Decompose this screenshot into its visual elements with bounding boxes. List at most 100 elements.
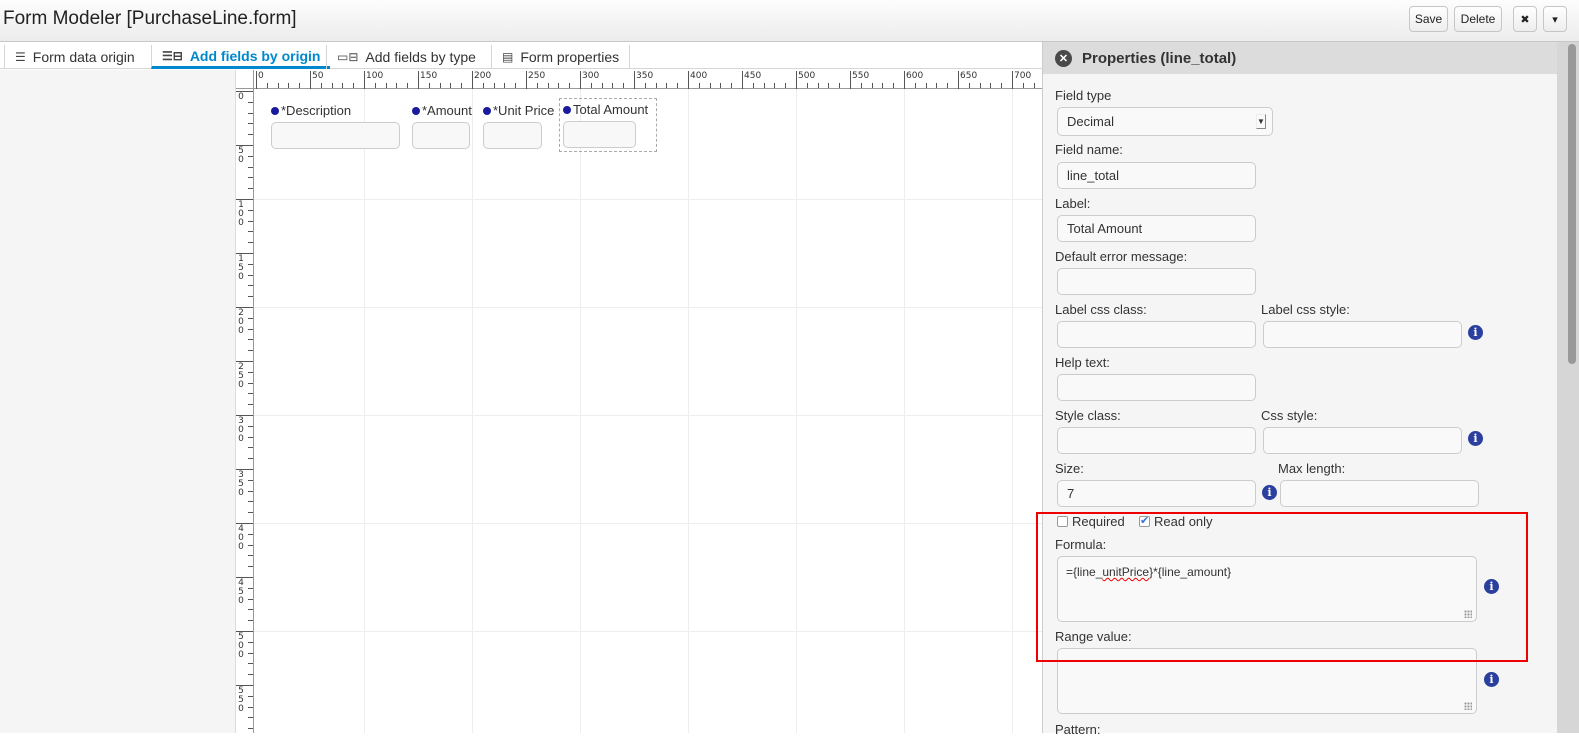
- ruler-tick: [248, 101, 253, 103]
- ruler-tick: [248, 587, 253, 589]
- canvas-field-amount[interactable]: *Amount: [412, 103, 472, 149]
- help-text-label: Help text:: [1055, 355, 1110, 370]
- label-css-style-input[interactable]: [1263, 321, 1462, 348]
- ruler-tick: [979, 83, 981, 88]
- ruler-tick: [248, 166, 253, 168]
- left-pane: [0, 70, 236, 733]
- label-input[interactable]: Total Amount: [1057, 215, 1256, 242]
- formula-text: }*{line_amount}: [1149, 565, 1232, 579]
- grid-line: [472, 89, 473, 733]
- css-style-input[interactable]: [1263, 427, 1462, 454]
- menu-dropdown-icon[interactable]: ▾: [1543, 6, 1567, 32]
- ruler-tick: [1012, 71, 1013, 89]
- ruler-tick: [385, 83, 387, 88]
- ruler-tick: [461, 83, 463, 88]
- ruler-tick: [623, 83, 625, 88]
- help-text-input[interactable]: [1057, 374, 1256, 401]
- info-icon[interactable]: i: [1468, 325, 1483, 340]
- canvas-field-unit-price[interactable]: *Unit Price: [483, 103, 554, 149]
- range-value-label: Range value:: [1055, 629, 1132, 644]
- ruler-tick: [817, 83, 819, 88]
- ruler-label: 150: [420, 71, 438, 81]
- canvas-field-total-amount[interactable]: Total Amount: [559, 98, 657, 152]
- field-dot-icon: [412, 106, 420, 115]
- max-length-input[interactable]: [1280, 480, 1479, 507]
- info-icon[interactable]: i: [1484, 579, 1499, 594]
- tab-add-fields-by-type[interactable]: ▭⊟ Add fields by type: [326, 45, 486, 69]
- info-icon[interactable]: i: [1262, 485, 1277, 500]
- delete-button[interactable]: Delete: [1454, 6, 1502, 32]
- ruler-tick: [893, 83, 895, 88]
- tab-form-data-origin[interactable]: ☰ Form data origin: [4, 45, 145, 69]
- style-class-label: Style class:: [1055, 408, 1121, 423]
- ruler-tick: [248, 490, 253, 492]
- ruler-tick: [248, 371, 253, 373]
- ruler-tick: [248, 555, 253, 557]
- ruler-tick: [248, 533, 253, 535]
- form-canvas[interactable]: 0 50 100 150 200 250 300 350 400 450 500 550 600 650 7…: [236, 70, 1042, 733]
- info-icon[interactable]: i: [1468, 431, 1483, 446]
- range-value-textarea[interactable]: [1057, 648, 1477, 714]
- ruler-tick: [472, 71, 473, 89]
- scrollbar-thumb[interactable]: [1568, 44, 1576, 364]
- ruler-tick: [248, 674, 253, 676]
- field-dot-icon: [563, 105, 571, 114]
- ruler-tick: [968, 83, 970, 88]
- field-name-input[interactable]: line_total: [1057, 162, 1256, 189]
- ruler-tick: [248, 263, 253, 265]
- tab-add-fields-by-origin[interactable]: ☰⊟ Add fields by origin: [151, 45, 331, 69]
- ruler-label: 100: [366, 71, 384, 81]
- tab-form-properties[interactable]: ▤ Form properties: [491, 45, 631, 69]
- ruler-tick: [655, 83, 657, 88]
- ruler-tick: [248, 728, 253, 730]
- close-icon[interactable]: ✖: [1513, 6, 1537, 32]
- formula-text: ={line_: [1066, 565, 1103, 579]
- max-length-label: Max length:: [1278, 461, 1346, 476]
- grid-line: [254, 307, 1042, 308]
- ruler-tick: [248, 177, 253, 179]
- field-add-icon: ▭⊟: [337, 50, 359, 64]
- ruler-tick: [248, 220, 253, 222]
- ruler-tick: [248, 641, 253, 643]
- grid-line: [254, 199, 1042, 200]
- info-icon[interactable]: i: [1484, 672, 1499, 687]
- ruler-tick: [248, 544, 253, 546]
- required-checkbox[interactable]: Required: [1057, 514, 1125, 529]
- label-css-class-input[interactable]: [1057, 321, 1256, 348]
- vertical-ruler: 0 50 100 150 200 250 300 350 400 450 500 550: [236, 89, 254, 733]
- ruler-label: 300: [582, 71, 600, 81]
- save-button[interactable]: Save: [1409, 6, 1448, 32]
- ruler-tick: [752, 83, 754, 88]
- style-class-input[interactable]: [1057, 427, 1256, 454]
- resize-grip-icon[interactable]: [1464, 702, 1472, 710]
- ruler-tick: [277, 83, 279, 88]
- grid-line: [580, 89, 581, 733]
- canvas-field-description[interactable]: *Description: [271, 103, 400, 149]
- grid-line: [1012, 89, 1013, 733]
- ruler-tick: [248, 393, 253, 395]
- ruler-label: 350: [636, 71, 654, 81]
- ruler-tick: [396, 83, 398, 88]
- formula-textarea[interactable]: ={line_unitPrice}*{line_amount}: [1057, 556, 1477, 622]
- ruler-tick: [839, 83, 841, 88]
- ruler-tick: [590, 83, 592, 88]
- ruler-label: 500: [798, 71, 816, 81]
- field-type-select[interactable]: Decimal ▼: [1057, 107, 1273, 136]
- close-circle-icon[interactable]: ✕: [1055, 49, 1072, 67]
- ruler-tick: [428, 83, 430, 88]
- ruler-label: 700: [1014, 71, 1032, 81]
- label-css-class-label: Label css class:: [1055, 302, 1147, 317]
- resize-grip-icon[interactable]: [1464, 610, 1472, 618]
- ruler-label: 150: [238, 254, 244, 282]
- ruler-tick: [288, 83, 290, 88]
- ruler-label: 350: [238, 470, 244, 498]
- tab-bar: ☰ Form data origin ☰⊟ Add fields by orig…: [0, 42, 1048, 69]
- size-input[interactable]: 7: [1057, 480, 1256, 507]
- ruler-tick: [914, 83, 916, 88]
- ruler-tick: [450, 83, 452, 88]
- ruler-corner: [236, 70, 254, 89]
- ruler-tick: [248, 436, 253, 438]
- default-error-input[interactable]: [1057, 268, 1256, 295]
- ruler-label: 550: [238, 686, 244, 714]
- read-only-checkbox[interactable]: ✔ Read only: [1139, 514, 1213, 529]
